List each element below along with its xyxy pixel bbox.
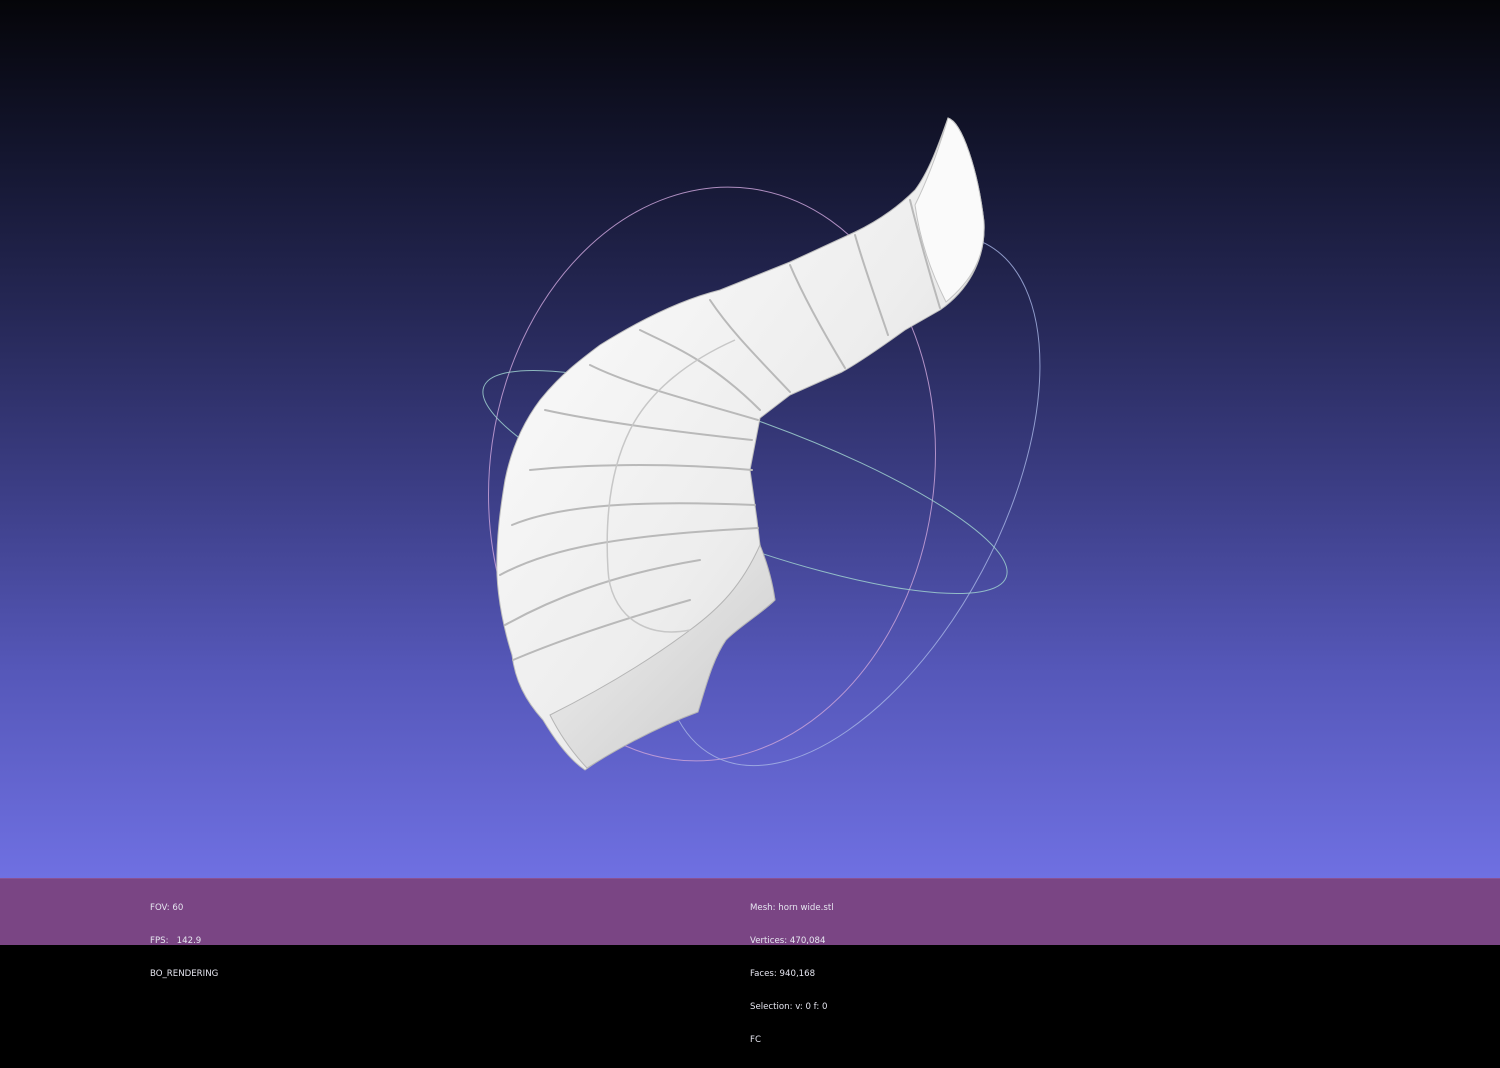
selection-readout: Selection: v: 0 f: 0 bbox=[750, 1002, 828, 1012]
render-info-panel: FOV: 60 FPS: 142.9 BO_RENDERING bbox=[150, 881, 218, 1002]
fov-readout: FOV: 60 bbox=[150, 903, 184, 913]
fps-readout: FPS: 142.9 bbox=[150, 936, 202, 946]
render-mode-readout: BO_RENDERING bbox=[150, 969, 219, 979]
vertices-readout: Vertices: 470,084 bbox=[750, 936, 826, 946]
flag-readout: FC bbox=[750, 1035, 761, 1045]
mesh-info-panel: Mesh: horn wide.stl Vertices: 470,084 Fa… bbox=[750, 881, 834, 1068]
mesh-name-readout: Mesh: horn wide.stl bbox=[750, 903, 834, 913]
status-bar: FOV: 60 FPS: 142.9 BO_RENDERING Mesh: ho… bbox=[0, 878, 1500, 1045]
horn-mesh-render[interactable] bbox=[496, 117, 985, 771]
3d-viewport[interactable] bbox=[0, 0, 1500, 878]
faces-readout: Faces: 940,168 bbox=[750, 969, 816, 979]
horn-silhouette bbox=[496, 117, 985, 771]
viewport-canvas[interactable] bbox=[0, 0, 1500, 878]
